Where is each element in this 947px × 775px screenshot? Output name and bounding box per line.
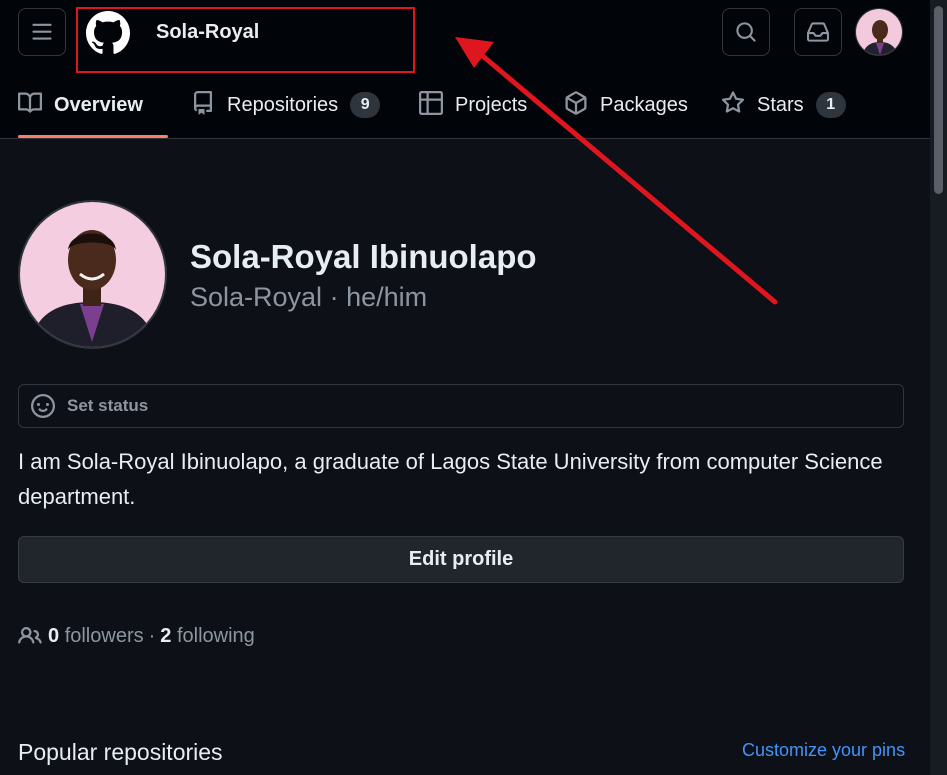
repositories-count-badge: 9 — [350, 92, 381, 118]
following-label: following — [176, 624, 255, 647]
package-icon — [565, 91, 587, 115]
tab-stars-label: Stars — [757, 94, 804, 116]
tab-projects[interactable]: Projects — [419, 80, 527, 138]
profile-tabs: Overview Repositories 9 Projects Package… — [0, 80, 930, 139]
tab-projects-label: Projects — [455, 94, 528, 116]
tab-packages-label: Packages — [600, 94, 688, 116]
search-button[interactable] — [722, 8, 770, 56]
profile-username: Sola-Royal — [190, 282, 323, 312]
followers-label: followers — [64, 624, 144, 647]
profile-bio: I am Sola-Royal Ibinuolapo, a graduate o… — [18, 449, 883, 509]
customize-pins-link[interactable]: Customize your pins — [742, 740, 905, 761]
following-count: 2 — [160, 624, 172, 647]
stars-count-badge: 1 — [815, 92, 846, 118]
menu-button[interactable] — [18, 8, 66, 56]
inbox-button[interactable] — [794, 8, 842, 56]
set-status-label: Set status — [67, 396, 149, 415]
inbox-icon — [807, 22, 829, 42]
app-header: Sola-Royal Overview Repositories 9 Proje… — [0, 0, 930, 139]
set-status-button[interactable]: Set status — [18, 384, 904, 428]
tab-packages[interactable]: Packages — [564, 80, 688, 138]
people-icon — [18, 626, 42, 644]
star-icon — [721, 91, 745, 113]
vertical-scrollbar[interactable] — [930, 0, 947, 775]
profile-avatar[interactable] — [18, 200, 167, 349]
smiley-icon — [31, 394, 55, 418]
profile-avatar-image — [20, 202, 165, 347]
annotation-highlight-box — [76, 7, 415, 73]
followers-link[interactable]: 0 followers — [48, 625, 144, 648]
followers-count: 0 — [48, 624, 60, 647]
tab-repositories-label: Repositories — [227, 94, 339, 116]
edit-profile-button[interactable]: Edit profile — [18, 536, 904, 583]
profile-pronouns: he/him — [346, 282, 428, 312]
scrollbar-thumb[interactable] — [934, 6, 943, 194]
profile-login-line: Sola-Royal · he/him — [190, 282, 427, 313]
tab-repositories[interactable]: Repositories 9 — [191, 80, 381, 138]
tab-stars[interactable]: Stars 1 — [721, 80, 846, 138]
book-icon — [18, 92, 42, 113]
profile-full-name: Sola-Royal Ibinuolapo — [190, 238, 537, 275]
login-separator: · — [322, 282, 347, 312]
top-bar: Sola-Royal — [0, 0, 930, 73]
hamburger-menu-icon — [32, 23, 52, 40]
follow-dot: · — [148, 624, 156, 647]
following-link[interactable]: 2 following — [160, 625, 255, 648]
table-icon — [419, 91, 443, 115]
tab-overview[interactable]: Overview — [18, 80, 168, 138]
repo-icon — [194, 91, 212, 115]
user-avatar[interactable] — [855, 8, 903, 56]
avatar-image — [856, 9, 902, 55]
tab-overview-label: Overview — [54, 94, 143, 116]
follow-stats: 0 followers · 2 following — [18, 622, 255, 650]
search-icon — [736, 22, 756, 42]
popular-repositories-heading: Popular repositories — [18, 739, 223, 765]
